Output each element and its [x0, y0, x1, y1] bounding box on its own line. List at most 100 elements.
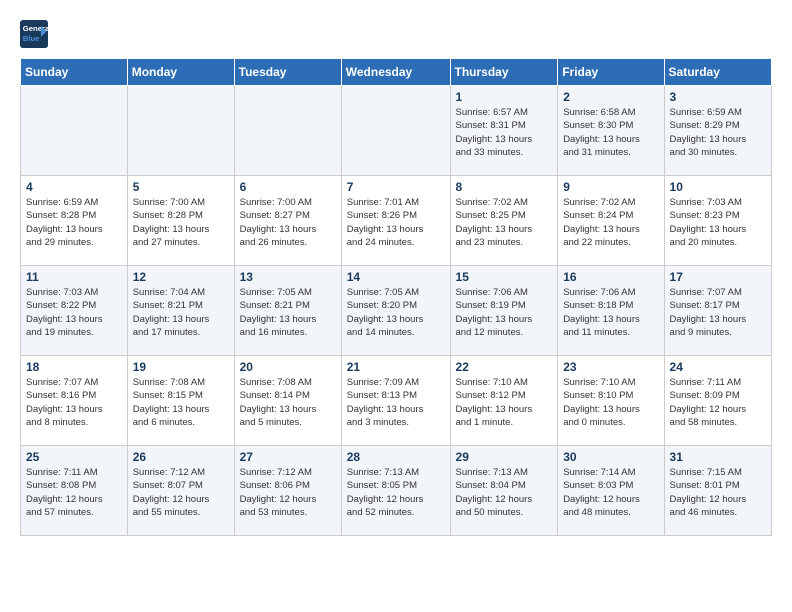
day-detail: Sunrise: 7:07 AM Sunset: 8:17 PM Dayligh… — [670, 286, 766, 339]
day-number: 23 — [563, 360, 658, 374]
day-number: 18 — [26, 360, 122, 374]
day-cell: 6 Sunrise: 7:00 AM Sunset: 8:27 PM Daylig… — [234, 176, 341, 266]
day-cell: 16 Sunrise: 7:06 AM Sunset: 8:18 PM Dayli… — [558, 266, 664, 356]
logo-icon: General Blue — [20, 20, 48, 48]
day-cell: 25 Sunrise: 7:11 AM Sunset: 8:08 PM Dayli… — [21, 446, 128, 536]
day-cell: 7 Sunrise: 7:01 AM Sunset: 8:26 PM Daylig… — [341, 176, 450, 266]
day-detail: Sunrise: 7:00 AM Sunset: 8:27 PM Dayligh… — [240, 196, 336, 249]
day-detail: Sunrise: 7:13 AM Sunset: 8:04 PM Dayligh… — [456, 466, 553, 519]
day-detail: Sunrise: 7:08 AM Sunset: 8:15 PM Dayligh… — [133, 376, 229, 429]
day-number: 1 — [456, 90, 553, 104]
day-cell: 23 Sunrise: 7:10 AM Sunset: 8:10 PM Dayli… — [558, 356, 664, 446]
day-detail: Sunrise: 6:57 AM Sunset: 8:31 PM Dayligh… — [456, 106, 553, 159]
day-number: 19 — [133, 360, 229, 374]
day-number: 11 — [26, 270, 122, 284]
calendar-table: SundayMondayTuesdayWednesdayThursdayFrid… — [20, 58, 772, 536]
logo: General Blue — [20, 20, 52, 48]
day-number: 17 — [670, 270, 766, 284]
day-number: 9 — [563, 180, 658, 194]
day-number: 24 — [670, 360, 766, 374]
day-number: 7 — [347, 180, 445, 194]
day-detail: Sunrise: 7:10 AM Sunset: 8:10 PM Dayligh… — [563, 376, 658, 429]
day-cell: 28 Sunrise: 7:13 AM Sunset: 8:05 PM Dayli… — [341, 446, 450, 536]
day-cell — [21, 86, 128, 176]
day-cell: 2 Sunrise: 6:58 AM Sunset: 8:30 PM Daylig… — [558, 86, 664, 176]
page-header: General Blue — [20, 20, 772, 48]
day-detail: Sunrise: 7:07 AM Sunset: 8:16 PM Dayligh… — [26, 376, 122, 429]
day-detail: Sunrise: 7:13 AM Sunset: 8:05 PM Dayligh… — [347, 466, 445, 519]
day-number: 30 — [563, 450, 658, 464]
day-number: 31 — [670, 450, 766, 464]
day-number: 13 — [240, 270, 336, 284]
day-cell — [127, 86, 234, 176]
week-row-1: 1 Sunrise: 6:57 AM Sunset: 8:31 PM Daylig… — [21, 86, 772, 176]
day-detail: Sunrise: 7:02 AM Sunset: 8:24 PM Dayligh… — [563, 196, 658, 249]
day-cell: 22 Sunrise: 7:10 AM Sunset: 8:12 PM Dayli… — [450, 356, 558, 446]
header-cell-saturday: Saturday — [664, 59, 771, 86]
day-detail: Sunrise: 7:04 AM Sunset: 8:21 PM Dayligh… — [133, 286, 229, 339]
day-detail: Sunrise: 7:03 AM Sunset: 8:22 PM Dayligh… — [26, 286, 122, 339]
header-cell-wednesday: Wednesday — [341, 59, 450, 86]
day-number: 8 — [456, 180, 553, 194]
day-detail: Sunrise: 7:11 AM Sunset: 8:08 PM Dayligh… — [26, 466, 122, 519]
header-cell-sunday: Sunday — [21, 59, 128, 86]
day-cell: 21Sunrise: 7:09 AM Sunset: 8:13 PM Dayli… — [341, 356, 450, 446]
day-cell: 10 Sunrise: 7:03 AM Sunset: 8:23 PM Dayli… — [664, 176, 771, 266]
day-cell: 18 Sunrise: 7:07 AM Sunset: 8:16 PM Dayli… — [21, 356, 128, 446]
day-detail: Sunrise: 6:59 AM Sunset: 8:28 PM Dayligh… — [26, 196, 122, 249]
svg-text:Blue: Blue — [23, 34, 40, 43]
day-detail: Sunrise: 7:06 AM Sunset: 8:19 PM Dayligh… — [456, 286, 553, 339]
day-cell — [234, 86, 341, 176]
day-cell: 11 Sunrise: 7:03 AM Sunset: 8:22 PM Dayli… — [21, 266, 128, 356]
day-detail: Sunrise: 7:11 AM Sunset: 8:09 PM Dayligh… — [670, 376, 766, 429]
day-cell: 26Sunrise: 7:12 AM Sunset: 8:07 PM Dayli… — [127, 446, 234, 536]
day-cell: 14 Sunrise: 7:05 AM Sunset: 8:20 PM Dayli… — [341, 266, 450, 356]
day-number: 26 — [133, 450, 229, 464]
day-detail: Sunrise: 6:59 AM Sunset: 8:29 PM Dayligh… — [670, 106, 766, 159]
day-cell: 20 Sunrise: 7:08 AM Sunset: 8:14 PM Dayli… — [234, 356, 341, 446]
day-detail: Sunrise: 7:14 AM Sunset: 8:03 PM Dayligh… — [563, 466, 658, 519]
day-number: 25 — [26, 450, 122, 464]
day-detail: Sunrise: 7:03 AM Sunset: 8:23 PM Dayligh… — [670, 196, 766, 249]
day-number: 28 — [347, 450, 445, 464]
day-number: 6 — [240, 180, 336, 194]
day-cell: 1 Sunrise: 6:57 AM Sunset: 8:31 PM Daylig… — [450, 86, 558, 176]
day-detail: Sunrise: 7:06 AM Sunset: 8:18 PM Dayligh… — [563, 286, 658, 339]
day-detail: Sunrise: 7:01 AM Sunset: 8:26 PM Dayligh… — [347, 196, 445, 249]
day-cell: 15 Sunrise: 7:06 AM Sunset: 8:19 PM Dayli… — [450, 266, 558, 356]
day-number: 4 — [26, 180, 122, 194]
header-cell-thursday: Thursday — [450, 59, 558, 86]
day-number: 3 — [670, 90, 766, 104]
day-cell: 8 Sunrise: 7:02 AM Sunset: 8:25 PM Daylig… — [450, 176, 558, 266]
calendar-header: SundayMondayTuesdayWednesdayThursdayFrid… — [21, 59, 772, 86]
day-number: 22 — [456, 360, 553, 374]
day-number: 21 — [347, 360, 445, 374]
day-number: 14 — [347, 270, 445, 284]
day-detail: Sunrise: 7:05 AM Sunset: 8:21 PM Dayligh… — [240, 286, 336, 339]
day-number: 16 — [563, 270, 658, 284]
week-row-2: 4 Sunrise: 6:59 AM Sunset: 8:28 PM Daylig… — [21, 176, 772, 266]
day-detail: Sunrise: 7:00 AM Sunset: 8:28 PM Dayligh… — [133, 196, 229, 249]
day-number: 5 — [133, 180, 229, 194]
day-cell: 29Sunrise: 7:13 AM Sunset: 8:04 PM Dayli… — [450, 446, 558, 536]
day-detail: Sunrise: 7:12 AM Sunset: 8:06 PM Dayligh… — [240, 466, 336, 519]
day-number: 2 — [563, 90, 658, 104]
day-detail: Sunrise: 7:10 AM Sunset: 8:12 PM Dayligh… — [456, 376, 553, 429]
day-number: 20 — [240, 360, 336, 374]
day-number: 27 — [240, 450, 336, 464]
header-cell-tuesday: Tuesday — [234, 59, 341, 86]
day-cell: 24 Sunrise: 7:11 AM Sunset: 8:09 PM Dayli… — [664, 356, 771, 446]
week-row-5: 25 Sunrise: 7:11 AM Sunset: 8:08 PM Dayli… — [21, 446, 772, 536]
day-detail: Sunrise: 7:02 AM Sunset: 8:25 PM Dayligh… — [456, 196, 553, 249]
day-detail: Sunrise: 6:58 AM Sunset: 8:30 PM Dayligh… — [563, 106, 658, 159]
day-cell: 30 Sunrise: 7:14 AM Sunset: 8:03 PM Dayli… — [558, 446, 664, 536]
day-number: 10 — [670, 180, 766, 194]
day-cell: 19 Sunrise: 7:08 AM Sunset: 8:15 PM Dayli… — [127, 356, 234, 446]
day-cell: 27 Sunrise: 7:12 AM Sunset: 8:06 PM Dayli… — [234, 446, 341, 536]
day-detail: Sunrise: 7:08 AM Sunset: 8:14 PM Dayligh… — [240, 376, 336, 429]
day-cell: 13 Sunrise: 7:05 AM Sunset: 8:21 PM Dayli… — [234, 266, 341, 356]
header-cell-friday: Friday — [558, 59, 664, 86]
day-number: 15 — [456, 270, 553, 284]
day-cell: 17 Sunrise: 7:07 AM Sunset: 8:17 PM Dayli… — [664, 266, 771, 356]
day-detail: Sunrise: 7:05 AM Sunset: 8:20 PM Dayligh… — [347, 286, 445, 339]
